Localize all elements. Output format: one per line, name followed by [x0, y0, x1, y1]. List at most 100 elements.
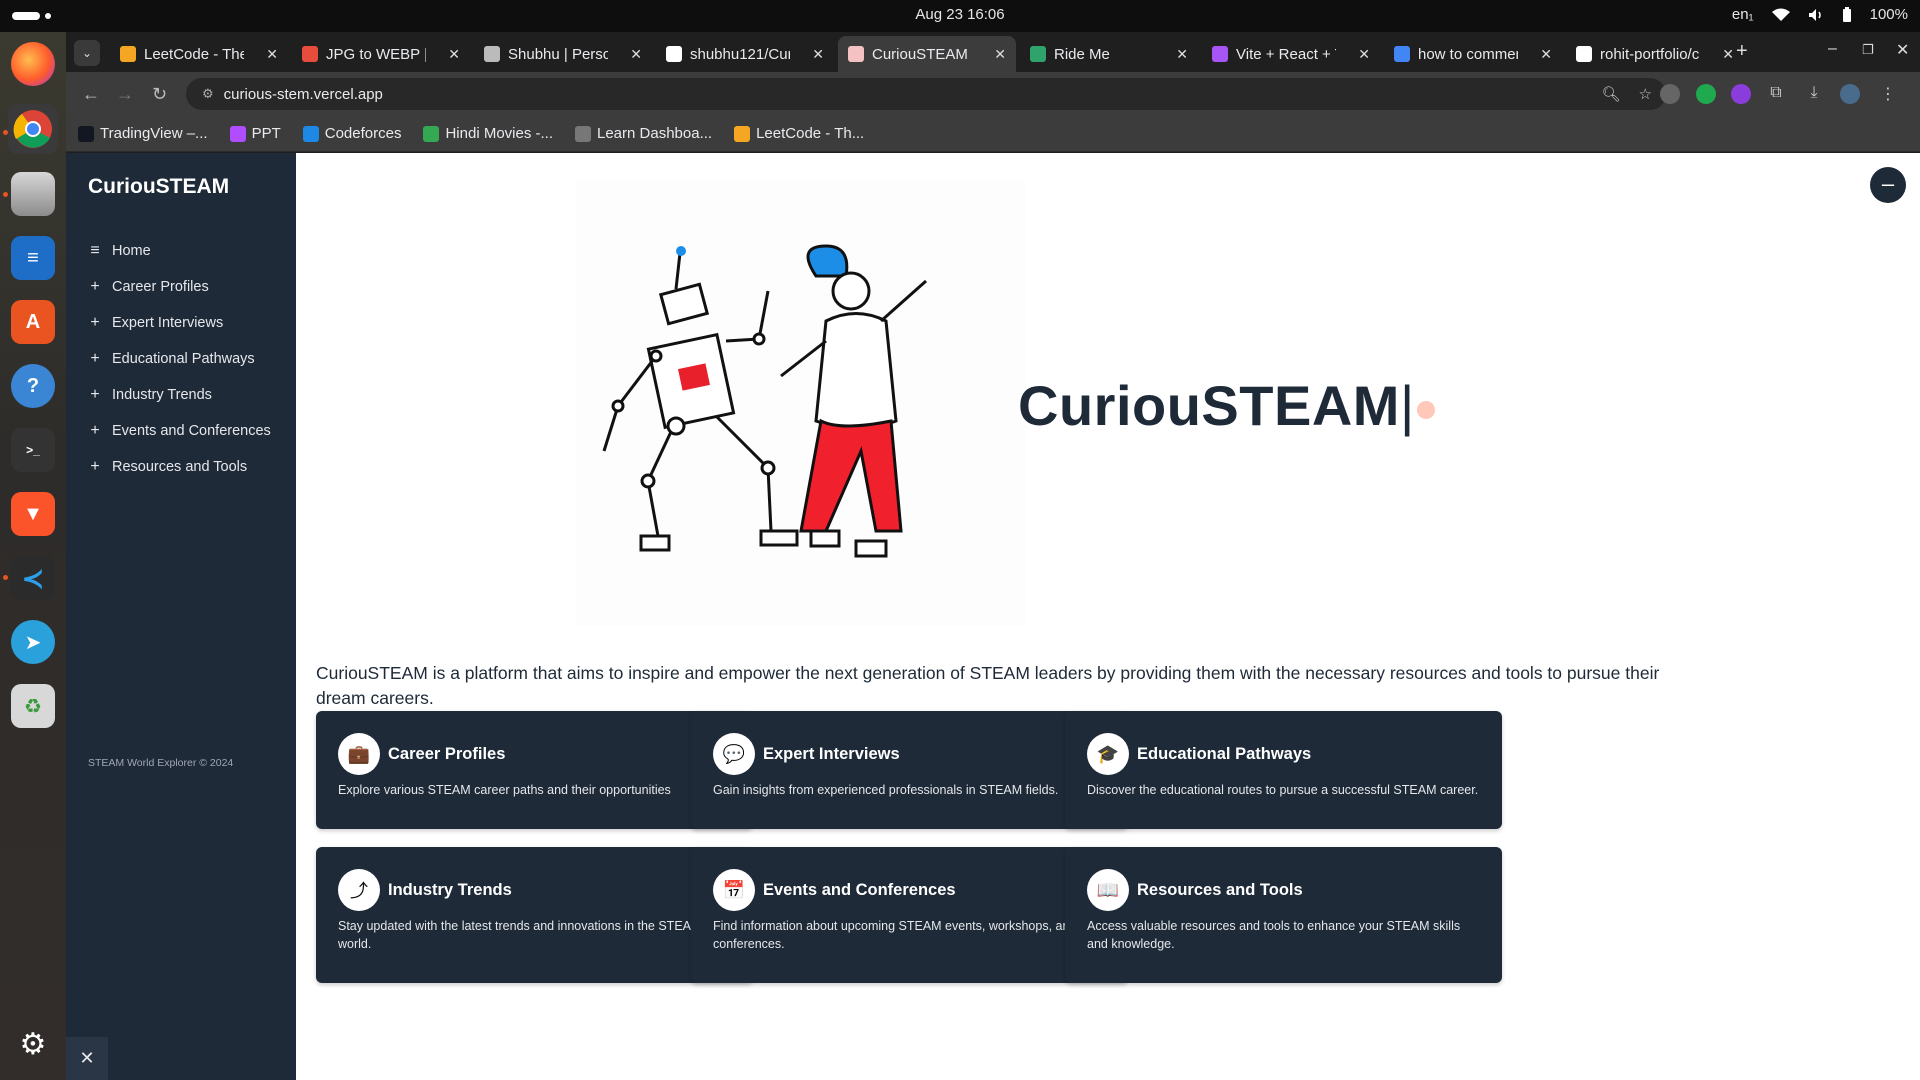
globe-icon [484, 46, 500, 62]
chrome-icon[interactable] [8, 104, 58, 154]
feature-card-career-profiles[interactable]: 💼 Career Profiles Explore various STEAM ca… [316, 711, 753, 829]
feature-card-events-and-conferences[interactable]: 📅 Events and Conferences Find information … [691, 847, 1128, 983]
menu-kebab-icon[interactable]: ⋮ [1878, 84, 1898, 104]
writer-icon[interactable]: ≡ [11, 236, 55, 280]
collapse-button[interactable]: – [1870, 167, 1906, 203]
card-title: Expert Interviews [763, 745, 900, 763]
close-tab-icon[interactable]: ✕ [812, 46, 824, 63]
curiousteam-icon [848, 46, 864, 62]
browser-tab[interactable]: shubhu121/Curi ✕ [656, 36, 834, 72]
extensions-puzzle-icon[interactable]: ⧉ [1766, 84, 1786, 104]
terminal-icon[interactable]: >_ [11, 428, 55, 472]
close-sidebar-button[interactable]: ✕ [66, 1037, 108, 1080]
activities-button[interactable] [12, 12, 51, 20]
sidebar-item-educational-pathways[interactable]: + Educational Pathways [88, 341, 271, 377]
bookmark-star-icon[interactable]: ☆ [1639, 85, 1652, 103]
extension-icon[interactable] [1660, 84, 1680, 104]
brave-icon[interactable]: ▼ [11, 492, 55, 536]
cloudconvert-icon [302, 46, 318, 62]
tab-title: shubhu121/Curi [690, 45, 790, 63]
browser-tab[interactable]: CuriouSTEAM ✕ [838, 36, 1016, 72]
sidebar-brand[interactable]: CuriouSTEAM [88, 175, 229, 199]
help-icon[interactable]: ? [11, 364, 55, 408]
close-tab-icon[interactable]: ✕ [266, 46, 278, 63]
bookmarks-bar: TradingView –... PPT Codeforces Hindi Movie… [66, 116, 1920, 152]
browser-tab[interactable]: how to commen ✕ [1384, 36, 1562, 72]
bookmark-item[interactable]: TradingView –... [78, 125, 208, 142]
feature-card-resources-and-tools[interactable]: 📖 Resources and Tools Access valuable reso… [1065, 847, 1502, 983]
profile-avatar[interactable] [1840, 84, 1860, 104]
bookmark-label: Learn Dashboa... [597, 125, 713, 142]
sidebar-item-events-and-conferences[interactable]: + Events and Conferences [88, 413, 271, 449]
browser-tab[interactable]: LeetCode - The W ✕ [110, 36, 288, 72]
close-window-button[interactable]: ✕ [1896, 40, 1909, 60]
minimize-button[interactable]: – [1828, 40, 1837, 58]
language-indicator[interactable]: en₁ [1732, 6, 1754, 23]
extension-icon[interactable] [1731, 84, 1751, 104]
feature-card-industry-trends[interactable]: ⤴ Industry Trends Stay updated with the la… [316, 847, 753, 983]
back-button[interactable]: ← [82, 84, 100, 105]
sidebar-item-expert-interviews[interactable]: + Expert Interviews [88, 305, 271, 341]
wifi-icon [1771, 8, 1790, 21]
sidebar-item-label: Home [112, 243, 151, 259]
app-center-icon[interactable]: A [11, 300, 55, 344]
card-title: Career Profiles [388, 745, 506, 763]
web-page: CuriouSTEAM ≡ Home + Career Profiles + Expert… [66, 153, 1920, 1080]
shield-extension-icon[interactable] [1696, 84, 1716, 104]
close-tab-icon[interactable]: ✕ [1722, 46, 1734, 63]
bookmark-item[interactable]: Codeforces [302, 125, 401, 142]
downloads-icon[interactable]: ⤓ [1804, 84, 1824, 104]
telegram-icon[interactable]: ➤ [11, 620, 55, 664]
bookmark-item[interactable]: Hindi Movies -... [423, 125, 553, 142]
zoom-icon[interactable]: 🔍︎ [1602, 85, 1621, 103]
site-info-icon[interactable]: ⚙ [202, 86, 214, 102]
browser-tab[interactable]: Shubhu | Personal ✕ [474, 36, 652, 72]
close-tab-icon[interactable]: ✕ [630, 46, 642, 63]
main-content: CuriouSTEAM| – CuriouSTEAM is a platform… [296, 153, 1920, 1080]
cc-icon [575, 125, 591, 142]
files-icon[interactable] [11, 172, 55, 216]
trash-icon[interactable]: ♻ [11, 684, 55, 728]
reload-button[interactable]: ↻ [152, 84, 167, 105]
close-tab-icon[interactable]: ✕ [1176, 46, 1188, 63]
url-text[interactable]: curious-stem.vercel.app [224, 86, 383, 103]
chat-bubbles-icon: 💬 [713, 733, 755, 775]
sidebar-item-resources-and-tools[interactable]: + Resources and Tools [88, 449, 271, 485]
codeforces-icon [302, 125, 319, 142]
feature-card-expert-interviews[interactable]: 💬 Expert Interviews Gain insights from exp… [691, 711, 1128, 829]
sidebar-item-label: Educational Pathways [112, 351, 255, 367]
trend-up-icon: ⤴ [338, 869, 380, 911]
show-apps-icon[interactable]: ⚙ [11, 1022, 55, 1066]
battery-level: 100% [1869, 6, 1908, 23]
firefox-icon[interactable] [11, 42, 55, 86]
vscode-icon[interactable]: ≺ [11, 556, 55, 600]
sidebar-item-industry-trends[interactable]: + Industry Trends [88, 377, 271, 413]
close-tab-icon[interactable]: ✕ [448, 46, 460, 63]
sidebar-item-career-profiles[interactable]: + Career Profiles [88, 269, 271, 305]
tab-title: JPG to WEBP | Co [326, 45, 426, 63]
forward-button[interactable]: → [116, 84, 134, 105]
browser-tab[interactable]: Ride Me ✕ [1020, 36, 1198, 72]
tab-title: how to commen [1418, 45, 1518, 63]
bookmark-item[interactable]: PPT [229, 125, 281, 142]
system-tray[interactable]: en₁ 100% [1732, 6, 1908, 23]
volume-icon [1808, 8, 1821, 21]
ppt-icon [229, 125, 246, 142]
running-indicator [3, 192, 8, 197]
browser-tab[interactable]: rohit-portfolio/c ✕ [1566, 36, 1744, 72]
browser-tab[interactable]: Vite + React + TS ✕ [1202, 36, 1380, 72]
sidebar-item-label: Events and Conferences [112, 423, 271, 439]
close-tab-icon[interactable]: ✕ [1358, 46, 1370, 63]
address-bar[interactable]: ⚙ curious-stem.vercel.app 🔍︎ ☆ [186, 78, 1666, 110]
close-tab-icon[interactable]: ✕ [1540, 46, 1552, 63]
clock[interactable]: Aug 23 16:06 [915, 6, 1004, 23]
browser-tab[interactable]: JPG to WEBP | Co ✕ [292, 36, 470, 72]
bookmark-item[interactable]: LeetCode - Th... [734, 125, 864, 142]
close-tab-icon[interactable]: ✕ [994, 46, 1006, 63]
tab-search-button[interactable]: ⌄ [74, 40, 100, 66]
sidebar-item-home[interactable]: ≡ Home [88, 233, 271, 269]
feature-card-educational-pathways[interactable]: 🎓 Educational Pathways Discover the educat… [1065, 711, 1502, 829]
bookmark-item[interactable]: Learn Dashboa... [575, 125, 712, 142]
maximize-button[interactable]: ❐ [1862, 42, 1874, 58]
new-tab-button[interactable]: + [1736, 40, 1748, 63]
